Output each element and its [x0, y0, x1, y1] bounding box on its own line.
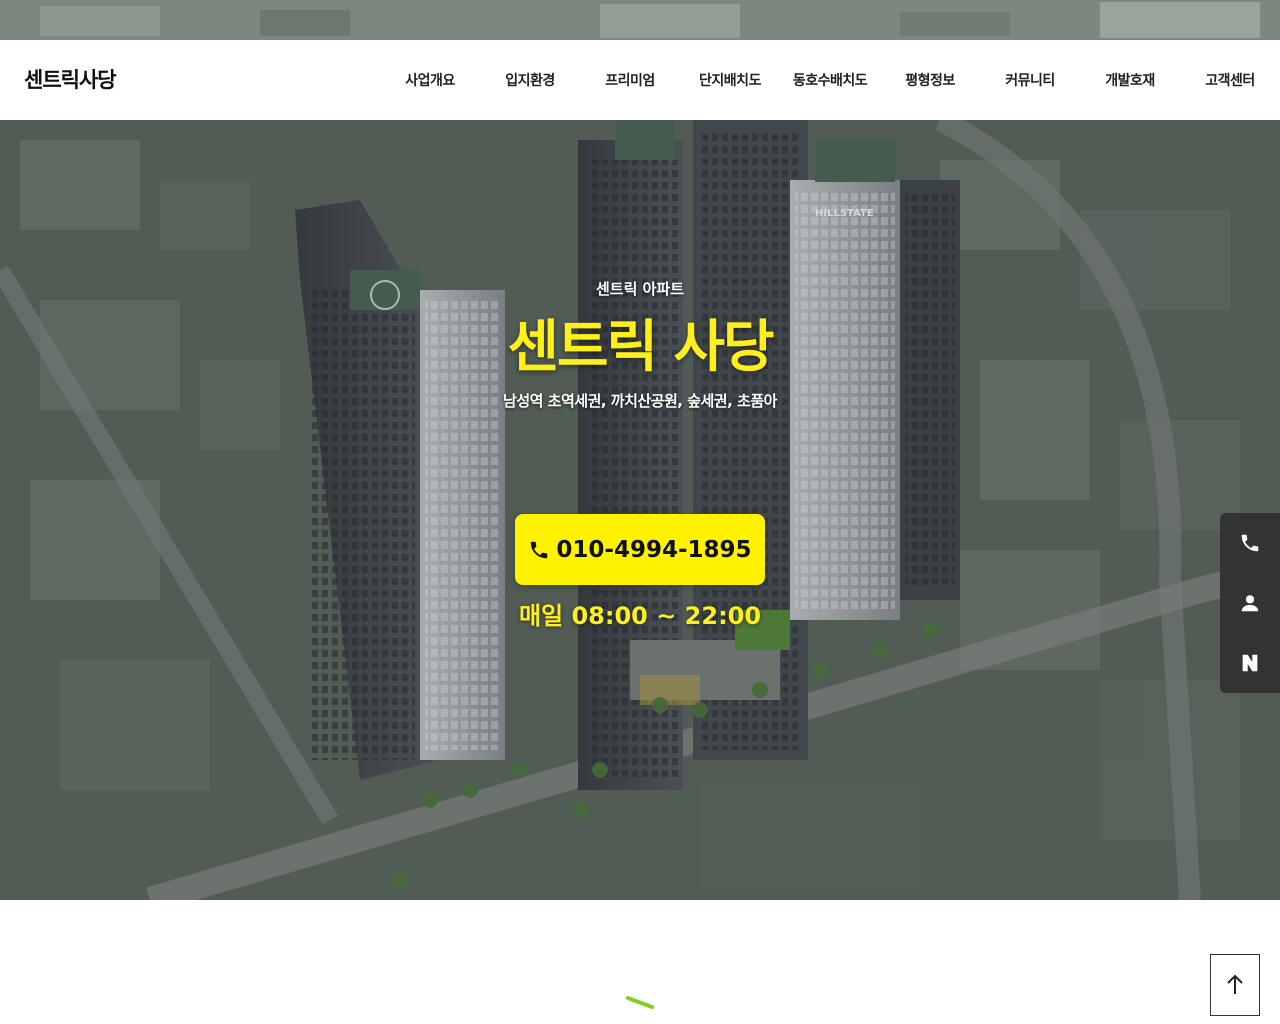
nav-item-overview[interactable]: 사업개요 [380, 70, 480, 90]
phone-icon [1241, 534, 1259, 552]
user-icon [1241, 595, 1259, 612]
nav-item-location[interactable]: 입지환경 [480, 70, 580, 90]
nav-item-customer-center[interactable]: 고객센터 [1180, 70, 1280, 90]
side-user-button[interactable] [1220, 573, 1280, 633]
nav-item-premium[interactable]: 프리미엄 [580, 70, 680, 90]
scroll-top-button[interactable] [1210, 954, 1260, 1016]
naver-icon [1242, 654, 1258, 672]
phone-number: 010-4994-1895 [556, 536, 752, 563]
top-hero-strip [0, 0, 1280, 40]
arrow-up-icon [1227, 974, 1243, 994]
call-button[interactable]: 010-4994-1895 [515, 514, 765, 585]
nav-item-community[interactable]: 커뮤니티 [980, 70, 1080, 90]
side-call-button[interactable] [1220, 513, 1280, 573]
site-logo[interactable]: 센트릭사당 [24, 64, 117, 94]
nav-item-development[interactable]: 개발호재 [1080, 70, 1180, 90]
nav-item-site-plan[interactable]: 단지배치도 [680, 70, 780, 90]
site-header: 센트릭사당 사업개요 입지환경 프리미엄 단지배치도 동호수배치도 평형정보 커… [0, 40, 1280, 120]
nav-item-unit-layout[interactable]: 동호수배치도 [780, 70, 880, 90]
top-strip-image [0, 0, 1280, 40]
phone-icon [531, 541, 548, 558]
hero-subtitle: 센트릭 아파트 [595, 280, 685, 298]
nav-item-floor-plans[interactable]: 평형정보 [880, 70, 980, 90]
loading-spinner [626, 996, 654, 1009]
hero-title: 센트릭 사당 [507, 315, 774, 380]
hero-description: 남성역 초역세권, 까치산공원, 숲세권, 초품아 [503, 392, 777, 410]
side-naver-button[interactable] [1220, 633, 1280, 693]
main-nav: 사업개요 입지환경 프리미엄 단지배치도 동호수배치도 평형정보 커뮤니티 개발… [380, 40, 1280, 120]
hero-section: HILLSTATE 센트릭 아파트 센트릭 사당 남성역 초역세권, 까치산공원… [0, 120, 1280, 900]
business-hours: 매일 08:00 ~ 22:00 [518, 602, 762, 630]
hero-overlay [0, 120, 1280, 900]
floating-contact-bar [1220, 513, 1280, 693]
